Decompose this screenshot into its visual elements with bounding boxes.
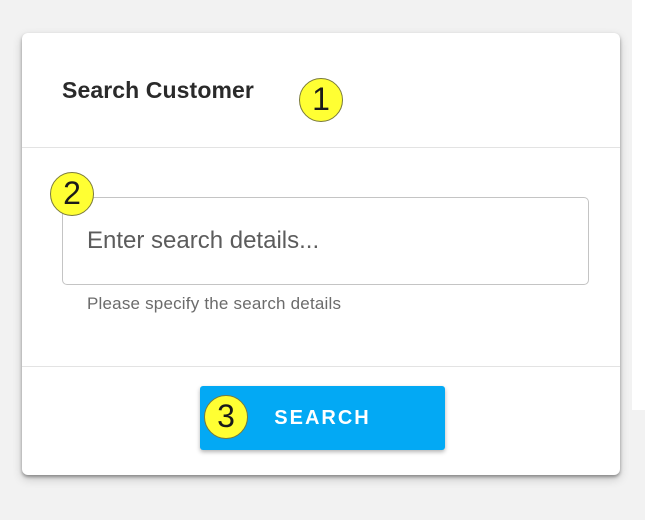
footer-divider (22, 366, 620, 367)
search-input[interactable] (62, 197, 589, 285)
background-strip (632, 0, 645, 410)
annotation-badge-2: 2 (50, 172, 94, 216)
card-title: Search Customer (62, 77, 254, 103)
annotation-badge-3: 3 (204, 395, 248, 439)
annotation-badge-1: 1 (299, 78, 343, 122)
search-helper-text: Please specify the search details (87, 294, 342, 313)
header-divider (22, 147, 620, 148)
